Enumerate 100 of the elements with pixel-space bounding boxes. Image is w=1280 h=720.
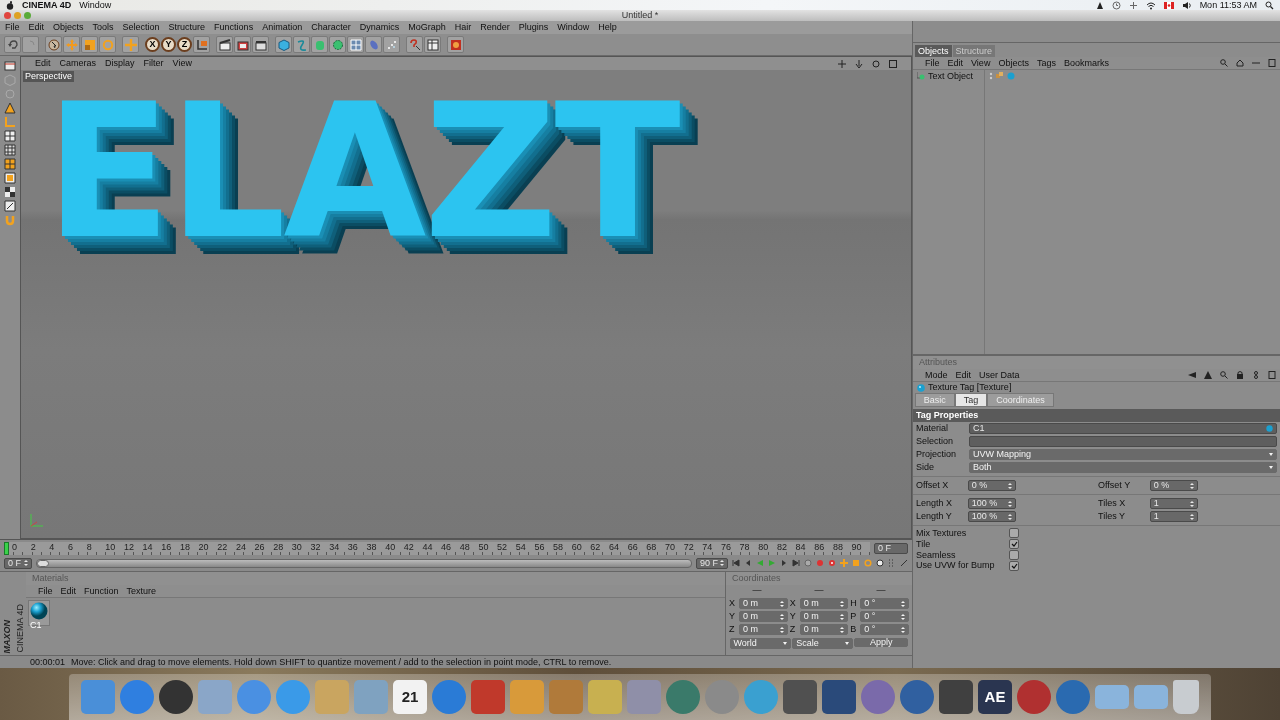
app-icon[interactable]: 21 [393,680,427,714]
menu-item[interactable]: Character [311,22,351,33]
adobe-icon[interactable] [1095,0,1104,10]
triangle-icon[interactable] [4,102,16,114]
dropdown-field[interactable]: Both [969,462,1277,473]
menu-item[interactable]: Bookmarks [1063,57,1109,69]
axis-lock-button[interactable]: Y [161,37,176,52]
apple-icon[interactable] [6,0,14,10]
playhead[interactable] [4,541,9,555]
number-field[interactable]: 0 F [4,557,32,569]
menu-item[interactable]: Edit [35,58,51,69]
checker-icon[interactable] [4,186,16,198]
number-field[interactable]: 0 % [1149,480,1198,491]
number-field[interactable]: 0 m [739,611,788,622]
down-arrow-icon[interactable] [855,59,863,68]
menu-item[interactable]: Dynamics [359,22,400,33]
menu-item[interactable]: File [38,585,53,597]
menu-item[interactable]: Cameras [59,58,97,69]
clapboard-button[interactable] [252,36,269,53]
crosshair-icon[interactable] [1128,0,1138,10]
link-icon[interactable] [1252,371,1260,379]
menu-item[interactable]: Plugins [518,22,549,33]
number-field[interactable]: 0 m [739,598,788,609]
clock-icon[interactable] [1111,0,1121,10]
menu-item[interactable]: Function [84,585,119,597]
step-back-icon[interactable] [744,559,752,567]
menu-item[interactable]: Edit [28,22,45,33]
minimize-button[interactable] [14,12,21,19]
move-icon[interactable] [838,59,846,68]
menu-item[interactable]: Mode [925,369,948,381]
panel-tab[interactable]: Structure [952,45,996,57]
apply-button[interactable]: Apply [854,637,909,647]
menu-item[interactable]: Selection [122,22,160,33]
menu-item[interactable]: File [5,22,20,33]
number-field[interactable]: 100 % [967,498,1016,509]
back-arrow-icon[interactable] [1188,371,1196,379]
undo-button[interactable] [4,36,21,53]
search-icon[interactable] [1265,0,1274,10]
grid-button[interactable] [347,36,364,53]
number-field[interactable]: 0 % [967,480,1016,491]
first-frame-icon[interactable] [732,559,740,567]
app-menu[interactable]: CINEMA 4D [22,0,72,11]
dropdown-field[interactable]: UVW Mapping [969,449,1277,460]
menu-item[interactable]: File [925,57,940,69]
menu-item[interactable]: Edit [60,585,77,597]
scale-button[interactable] [81,36,98,53]
clapboard-button[interactable] [216,36,233,53]
app-icon[interactable] [900,680,934,714]
number-field[interactable]: 0 ° [860,598,909,609]
axis-button[interactable] [193,36,210,53]
lock-icon[interactable] [1236,371,1244,379]
material-swatch[interactable]: C1 [28,600,50,626]
menu-item[interactable]: Objects [53,22,84,33]
number-field[interactable]: 0 m [799,624,849,635]
maximize-icon[interactable] [889,59,897,68]
dropdown-field[interactable]: Scale [792,637,853,649]
slider-thumb[interactable] [37,559,49,567]
rotate-icon[interactable] [872,59,880,68]
question-button[interactable] [406,36,423,53]
clapboard-button[interactable] [234,36,251,53]
checkbox[interactable] [1009,539,1019,550]
menu-item[interactable]: Window [79,0,112,11]
number-field[interactable]: 0 m [799,598,849,609]
search-icon[interactable] [1220,59,1228,67]
menu-item[interactable]: MoGraph [408,22,446,33]
cylinder-button[interactable] [311,36,328,53]
menu-item[interactable]: Edit [947,57,964,69]
rotate-button[interactable] [99,36,116,53]
close-button[interactable] [4,12,11,19]
link-field[interactable] [969,436,1277,447]
menu-item[interactable]: Window [557,22,590,33]
menu-item[interactable]: Edit [955,369,972,381]
speaker-icon[interactable] [1181,0,1192,10]
trash-icon[interactable] [1173,680,1199,714]
panel-icon[interactable] [1268,59,1276,67]
link-field[interactable]: C1 [969,423,1277,434]
attribute-tab[interactable]: Tag [954,393,988,407]
app-icon[interactable]: AE [978,680,1012,714]
wifi-icon[interactable] [1145,0,1156,10]
grid-icon[interactable] [4,172,16,184]
move-button[interactable] [63,36,80,53]
up-arrow-icon[interactable] [1204,371,1212,379]
panel-tab[interactable]: Objects [915,45,952,57]
move-icon[interactable] [840,559,848,567]
tag-icon[interactable] [996,72,1004,80]
spline-button[interactable] [293,36,310,53]
scale-icon[interactable] [852,559,860,567]
particles-button[interactable] [383,36,400,53]
menu-item[interactable]: Texture [126,585,157,597]
panel-icon[interactable] [1268,371,1276,379]
grid-icon[interactable] [4,130,16,142]
axis-lock-button[interactable]: Z [177,37,192,52]
app-icon[interactable] [1017,680,1051,714]
last-frame-icon[interactable] [792,559,800,567]
search-icon[interactable] [1220,371,1228,379]
menu-item[interactable]: Objects [998,57,1029,69]
timeline-ruler[interactable]: 0 2 4 6 8 10 12 14 16 18 20 22 24 26 28 30 32 34 36 38 40 42 44 46 48 50 52 54 56 58 60 62 64 66 68 70 72 74 76 78 80 82 84 86 88 90 [4,541,870,555]
checkbox[interactable] [1009,560,1019,571]
menu-item[interactable]: Help [598,22,617,33]
dots-icon[interactable] [888,559,896,567]
